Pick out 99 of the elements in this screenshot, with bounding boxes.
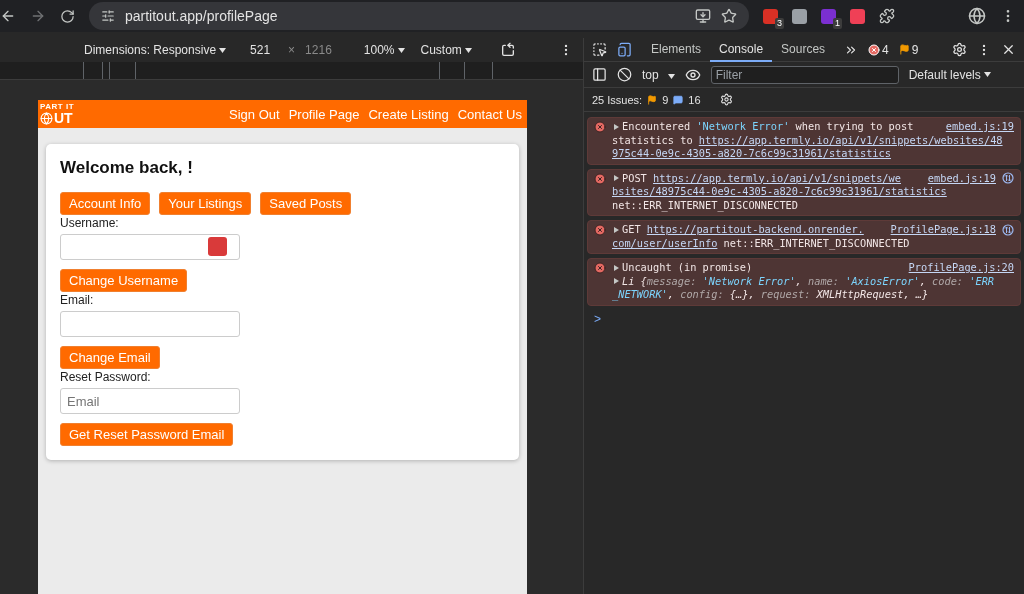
clear-console-icon[interactable] <box>617 67 632 82</box>
extension-icon[interactable] <box>850 8 865 24</box>
devtools-tab[interactable]: Sources <box>772 37 835 62</box>
throttle-dropdown[interactable]: Custom <box>420 43 472 57</box>
extension-badge: 3 <box>775 17 784 29</box>
source-link[interactable]: embed.js:19 <box>939 120 1014 134</box>
input-field[interactable] <box>60 234 240 260</box>
expand-arrow-icon[interactable] <box>612 122 620 131</box>
error-icon <box>594 262 606 274</box>
install-icon[interactable] <box>695 8 711 24</box>
field-label: Email: <box>60 293 94 307</box>
info-count[interactable]: 16 <box>688 93 701 106</box>
info-icon <box>673 94 684 105</box>
welcome-heading: Welcome back, ! <box>60 158 193 178</box>
console-text: Encountered <box>622 120 692 134</box>
extensions-icon[interactable] <box>879 8 895 24</box>
width-value[interactable]: 521 <box>250 43 271 57</box>
zoom-dropdown[interactable]: 100% <box>363 43 405 57</box>
devtools-tab[interactable]: Console <box>710 37 773 62</box>
warning-count[interactable]: 9 <box>911 42 919 57</box>
log-levels-dropdown[interactable]: Default levels <box>908 67 991 82</box>
back-icon[interactable] <box>0 8 16 24</box>
console-text: Li { <box>622 274 647 288</box>
console-link[interactable]: 975c44-0e9c-4305-a820-7c6c99c31961/statistics <box>612 147 891 161</box>
warning-count[interactable]: 9 <box>662 93 669 106</box>
extension-badge: 1 <box>833 17 842 29</box>
times-sign: × <box>288 43 296 57</box>
source-link[interactable]: ProfilePage.js:18 <box>884 223 996 237</box>
console-text: , <box>667 288 675 302</box>
filter-field[interactable]: Filter <box>710 65 899 84</box>
error-icon <box>594 172 606 185</box>
bookmark-star-icon[interactable] <box>721 8 737 24</box>
dimensions-dropdown[interactable]: Dimensions: Responsive <box>84 43 227 57</box>
console-link[interactable]: com/user/userInfo <box>612 236 718 250</box>
address-bar[interactable]: partitout.app/profilePage <box>89 2 749 30</box>
console-link[interactable]: https://app.termly.io/api/v1/snippets/websites/48 <box>698 133 1003 147</box>
console-text: config: <box>680 288 725 302</box>
expand-arrow-icon[interactable] <box>612 174 620 183</box>
console-text: , <box>795 274 803 288</box>
console-text: _NETWORK' <box>612 288 668 302</box>
warning-icon <box>647 94 658 105</box>
sidebar-toggle-icon[interactable] <box>592 67 607 82</box>
inspect-icon[interactable] <box>592 42 607 57</box>
console-text: net::ERR_INTERNET_DISCONNECTED <box>722 236 910 250</box>
field-label: Reset Password: <box>60 370 151 384</box>
settings-icon[interactable] <box>952 42 967 57</box>
input-field[interactable]: Email <box>60 388 240 414</box>
url-text: partitout.app/profilePage <box>125 8 278 24</box>
height-value[interactable]: 1216 <box>305 43 332 57</box>
console-text: {…}, <box>729 288 756 302</box>
expand-arrow-icon[interactable] <box>612 225 620 234</box>
settings-icon[interactable] <box>719 93 733 106</box>
console-text: when trying to post <box>794 120 914 134</box>
console-text: 'Network Error' <box>702 274 796 288</box>
error-icon <box>594 121 606 133</box>
network-icon <box>1002 223 1014 236</box>
field-label: Username: <box>60 216 119 230</box>
source-link[interactable]: ProfilePage.js:20 <box>902 261 1014 275</box>
devtools-tab[interactable]: Elements <box>642 37 711 62</box>
console-text: 'Network Error' <box>696 120 790 134</box>
console-text: , <box>919 274 927 288</box>
input-field[interactable] <box>60 311 240 337</box>
network-icon <box>1002 172 1014 185</box>
close-icon[interactable] <box>1001 42 1016 57</box>
console-text: POST <box>622 171 648 185</box>
console-text: statistics to <box>612 133 694 147</box>
caret-icon <box>464 47 472 53</box>
caret-icon <box>219 47 227 53</box>
error-count[interactable]: 4 <box>882 42 889 57</box>
console-text: GET <box>622 223 642 237</box>
reload-icon[interactable] <box>60 8 75 24</box>
device-toggle-icon[interactable] <box>617 42 632 57</box>
console-text: message: <box>646 274 698 288</box>
context-dropdown[interactable]: top <box>642 67 675 82</box>
rotate-icon[interactable] <box>499 42 516 58</box>
extension-icon[interactable] <box>763 8 778 24</box>
console-text: Uncaught (in promise) <box>622 261 753 275</box>
console-text: XMLHttpRequest, …} <box>816 288 929 302</box>
console-link[interactable]: https://app.termly.io/api/v1/snippets/we <box>653 171 901 185</box>
console-text: 'ERR <box>969 274 995 288</box>
console-text: code: <box>932 274 965 288</box>
warning-icon <box>898 44 910 55</box>
console-text: name: <box>808 274 840 288</box>
caret-icon <box>983 72 991 77</box>
console-text: net::ERR_INTERNET_DISCONNECTED <box>612 198 798 212</box>
console-text: 'AxiosError' <box>845 274 920 288</box>
extension-icon[interactable] <box>792 8 807 24</box>
caret-icon <box>397 47 405 53</box>
source-link[interactable]: embed.js:19 <box>921 171 996 185</box>
issues-label[interactable]: 25 Issues: <box>592 93 643 106</box>
console-text: request: <box>760 288 812 302</box>
error-icon <box>594 224 606 236</box>
caret-icon <box>667 73 675 79</box>
forward-icon[interactable] <box>30 8 46 24</box>
console-link[interactable]: bsites/48975c44-0e9c-4305-a820-7c6c99c31961/statistics <box>612 185 947 199</box>
error-icon <box>868 43 881 56</box>
console-prompt[interactable]: > <box>584 305 1024 332</box>
console-link[interactable]: https://partitout-backend.onrender. <box>646 223 864 237</box>
site-settings-icon[interactable] <box>101 9 115 23</box>
